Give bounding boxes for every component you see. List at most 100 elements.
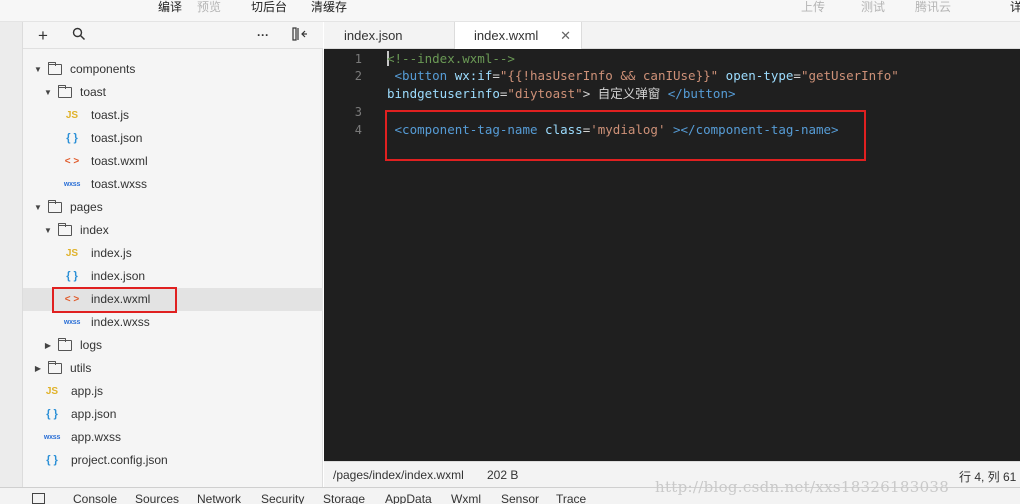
details-button[interactable]: 详	[1010, 0, 1020, 14]
tab-appdata[interactable]: AppData	[385, 492, 432, 504]
tab-wxml[interactable]: Wxml	[451, 492, 481, 504]
tree-file-toast-wxss[interactable]: wxss toast.wxss	[23, 173, 323, 196]
tree-item-label: project.config.json	[71, 453, 168, 467]
code-token: class	[545, 122, 583, 137]
tab-sensor[interactable]: Sensor	[501, 492, 539, 504]
editor-tabs: index.json index.wxml ✕	[324, 22, 1020, 50]
dock-icon[interactable]	[32, 493, 45, 504]
tree-file-toast-wxml[interactable]: < > toast.wxml	[23, 150, 323, 173]
folder-icon	[58, 338, 72, 351]
code-line: <component-tag-name class='mydialog' ></…	[387, 121, 839, 139]
preview-button[interactable]: 预览	[197, 0, 221, 14]
tree-file-index-wxml[interactable]: < > index.wxml	[23, 288, 323, 311]
chevron-down-icon[interactable]: ▼	[43, 81, 53, 104]
background-button[interactable]: 切后台	[251, 0, 287, 14]
tab-sources[interactable]: Sources	[135, 492, 179, 504]
tree-item-label: index.json	[91, 269, 146, 283]
chevron-right-icon[interactable]: ▶	[43, 334, 53, 357]
search-icon[interactable]	[71, 27, 87, 44]
tree-folder-logs[interactable]: ▶ logs	[23, 334, 323, 357]
tree-file-app-js[interactable]: JS app.js	[23, 380, 323, 403]
file-explorer: + ··· ▼ components ▼ toast JS toast.js{ } toas…	[23, 22, 323, 487]
chevron-right-icon[interactable]: ▶	[33, 357, 43, 380]
tab-storage[interactable]: Storage	[323, 492, 365, 504]
tree-folder-index[interactable]: ▼ index	[23, 219, 323, 242]
chevron-down-icon[interactable]: ▼	[33, 58, 43, 81]
json-file-icon: { }	[66, 132, 78, 144]
tree-file-project-config-json[interactable]: { } project.config.json	[23, 449, 323, 472]
cursor-position: 行 4, 列 61	[959, 470, 1017, 484]
code-token: bindgetuserinfo	[387, 86, 500, 101]
code-editor[interactable]: 1 2 3 4 <!--index.wxml--> <button wx:if=…	[324, 49, 1020, 461]
compile-button[interactable]: 编译	[158, 0, 182, 14]
tab-label: index.wxml	[474, 28, 539, 43]
tab-console[interactable]: Console	[73, 492, 117, 504]
tree-file-app-wxss[interactable]: wxss app.wxss	[23, 426, 323, 449]
json-file-icon: { }	[46, 454, 58, 466]
code-token: wx:if	[454, 68, 493, 83]
tab-index-wxml[interactable]: index.wxml ✕	[455, 22, 582, 50]
tab-index-json[interactable]: index.json	[324, 22, 455, 49]
tree-folder-components[interactable]: ▼ components	[23, 58, 323, 81]
collapse-panel-icon[interactable]	[291, 27, 309, 44]
tree-file-toast-json[interactable]: { } toast.json	[23, 127, 323, 150]
line-number: 1	[354, 52, 362, 66]
tree-item-label: app.wxss	[71, 430, 122, 444]
folder-icon	[58, 223, 72, 236]
tree-item-label: app.js	[71, 384, 104, 398]
code-token: "diytoast"	[507, 86, 583, 101]
wxss-file-icon: wxss	[43, 434, 61, 441]
code-line: bindgetuserinfo="diytoast"> 自定义弹窗 </butt…	[387, 85, 736, 103]
tree-item-label: toast.wxml	[91, 154, 148, 168]
tree-item-label: toast	[80, 85, 107, 99]
tab-trace[interactable]: Trace	[556, 492, 586, 504]
tree-item-label: utils	[70, 361, 92, 375]
tree-folder-toast[interactable]: ▼ toast	[23, 81, 323, 104]
tree-file-app-json[interactable]: { } app.json	[23, 403, 323, 426]
tree-file-toast-js[interactable]: JS toast.js	[23, 104, 323, 127]
watermark: http://blog.csdn.net/xxs18326183038	[655, 478, 950, 496]
tencent-cloud-button[interactable]: 腾讯云	[915, 0, 951, 14]
top-toolbar: 编译 预览 切后台 清缓存 上传 测试 腾讯云 详	[0, 0, 1020, 22]
tree-item-label: components	[70, 62, 136, 76]
code-token: ></component-tag-name>	[665, 122, 839, 137]
js-file-icon: JS	[65, 248, 79, 259]
folder-icon	[48, 200, 62, 213]
code-token: <button	[387, 68, 455, 83]
upload-button[interactable]: 上传	[801, 0, 825, 14]
tree-file-index-json[interactable]: { } index.json	[23, 265, 323, 288]
tree-item-label: index.wxss	[91, 315, 150, 329]
code-token: 'mydialog'	[590, 122, 666, 137]
line-number: 3	[354, 105, 362, 119]
json-file-icon: { }	[66, 270, 78, 282]
tree-folder-utils[interactable]: ▶ utils	[23, 357, 323, 380]
code-token: <component-tag-name	[387, 122, 546, 137]
tree-folder-pages[interactable]: ▼ pages	[23, 196, 323, 219]
chevron-down-icon[interactable]: ▼	[33, 196, 43, 219]
folder-icon	[48, 62, 62, 75]
plus-icon[interactable]: +	[35, 27, 51, 44]
wxml-file-icon: < >	[64, 294, 80, 305]
code-token: open-type	[718, 68, 794, 83]
line-number-gutter: 1 2 3 4	[324, 49, 386, 461]
tree-file-index-js[interactable]: JS index.js	[23, 242, 323, 265]
code-token: </button>	[667, 86, 736, 101]
more-icon[interactable]: ···	[255, 27, 271, 44]
file-path: /pages/index/index.wxml	[333, 468, 464, 482]
tree-item-label: index.wxml	[91, 292, 151, 306]
clear-cache-button[interactable]: 清缓存	[311, 0, 347, 14]
js-file-icon: JS	[45, 386, 59, 397]
close-icon[interactable]: ✕	[560, 22, 571, 49]
tree-item-label: logs	[80, 338, 103, 352]
tree-item-label: pages	[70, 200, 103, 214]
wxss-file-icon: wxss	[63, 181, 81, 188]
tab-network[interactable]: Network	[197, 492, 241, 504]
tab-label: index.json	[344, 28, 403, 43]
chevron-down-icon[interactable]: ▼	[43, 219, 53, 242]
test-button[interactable]: 测试	[861, 0, 885, 14]
tree-file-index-wxss[interactable]: wxss index.wxss	[23, 311, 323, 334]
wxml-file-icon: < >	[64, 156, 80, 167]
folder-icon	[58, 85, 72, 98]
tab-security[interactable]: Security	[261, 492, 304, 504]
tree-item-label: index	[80, 223, 109, 237]
